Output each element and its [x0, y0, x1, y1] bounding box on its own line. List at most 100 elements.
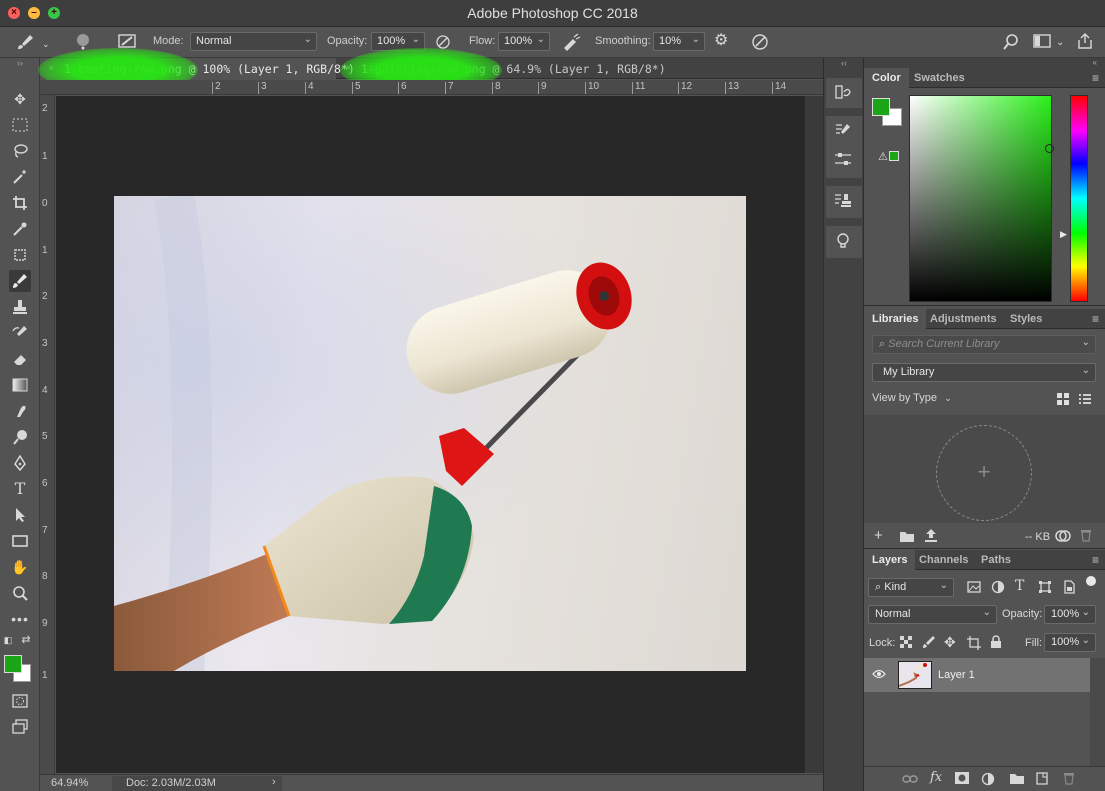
tab-color[interactable]: Color	[864, 68, 909, 88]
panel-menu-icon[interactable]: ≡	[1092, 71, 1099, 85]
vertical-scrollbar[interactable]	[805, 96, 823, 773]
adjustment-layer-icon[interactable]	[981, 772, 995, 789]
panel-menu-icon[interactable]: ≡	[1092, 553, 1099, 567]
filter-toggle-switch[interactable]	[1086, 576, 1096, 586]
brush-tool-preset-icon[interactable]	[16, 34, 36, 53]
workspace-icon[interactable]	[1033, 33, 1051, 52]
rectangle-tool-icon[interactable]	[9, 530, 31, 552]
add-mask-icon[interactable]	[955, 772, 969, 787]
status-menu-arrow[interactable]: ›	[272, 776, 276, 788]
layer-row[interactable]: Layer 1	[864, 658, 1090, 692]
document-image[interactable]	[114, 196, 746, 671]
document-tab-coating[interactable]: × 1-coating-raw.png @ 100% (Layer 1, RGB…	[40, 58, 355, 79]
layer-style-fx-icon[interactable]: fx	[930, 770, 942, 785]
lock-artboard-icon[interactable]	[967, 636, 981, 653]
layer-filter-dropdown[interactable]: ⌕ Kind ⌄	[868, 578, 954, 597]
zoom-level[interactable]: 64.94%	[51, 777, 88, 789]
opacity-field[interactable]: 100% ⌄	[371, 32, 425, 51]
smudge-tool-icon[interactable]	[9, 400, 31, 422]
close-tab-icon[interactable]: ×	[48, 61, 55, 74]
close-tab-icon[interactable]: ×	[345, 61, 352, 74]
chevron-down-icon[interactable]: ⌄	[1056, 35, 1064, 51]
gear-icon[interactable]: ⚙	[714, 33, 728, 49]
stamp-tool-icon[interactable]	[9, 296, 31, 318]
add-icon[interactable]: +	[874, 528, 883, 543]
lock-image-pixels-icon[interactable]	[922, 635, 936, 652]
grid-view-icon[interactable]	[1056, 392, 1070, 406]
fill-field[interactable]: 100% ⌄	[1044, 633, 1096, 652]
airbrush-icon[interactable]	[561, 33, 581, 54]
search-icon[interactable]	[1002, 33, 1020, 54]
frame-tool-icon[interactable]	[9, 244, 31, 266]
filter-type-icon[interactable]: T	[1015, 578, 1024, 594]
marquee-tool-icon[interactable]	[9, 114, 31, 136]
share-icon[interactable]	[1076, 32, 1094, 53]
filter-shape-icon[interactable]	[1038, 580, 1052, 597]
trash-icon[interactable]	[1080, 528, 1092, 545]
lock-transparent-pixels-icon[interactable]	[900, 636, 912, 651]
lasso-tool-icon[interactable]	[9, 140, 31, 162]
chevron-down-icon[interactable]: ⌄	[42, 36, 50, 52]
filter-adjustment-icon[interactable]	[991, 580, 1005, 597]
screen-mode-icon[interactable]	[9, 716, 31, 738]
mode-dropdown[interactable]: Normal ⌄	[190, 32, 317, 51]
brush-size-icon[interactable]: ●	[72, 31, 94, 54]
zoom-tool-icon[interactable]	[9, 582, 31, 604]
document-tab-painting[interactable]: × 1-painting-raw.png @ 64.9% (Layer 1, R…	[337, 58, 666, 79]
trash-icon[interactable]	[1063, 771, 1075, 788]
panel-menu-icon[interactable]: ≡	[1092, 312, 1099, 326]
library-dropdown[interactable]: My Library ⌄	[872, 363, 1096, 382]
magic-wand-tool-icon[interactable]	[9, 166, 31, 188]
flow-field[interactable]: 100% ⌄	[498, 32, 550, 51]
collapse-icon[interactable]: «	[864, 58, 1105, 68]
swap-colors-icon[interactable]: ⇄	[20, 634, 32, 646]
layers-scrollbar[interactable]	[1090, 658, 1105, 766]
hand-tool-icon[interactable]: ✋	[9, 556, 31, 578]
gradient-tool-icon[interactable]	[9, 374, 31, 396]
lock-position-icon[interactable]: ✥	[944, 634, 956, 651]
pressure-opacity-icon[interactable]	[434, 34, 452, 53]
tab-libraries[interactable]: Libraries	[864, 309, 927, 329]
pen-tool-icon[interactable]	[9, 452, 31, 474]
layer-name[interactable]: Layer 1	[938, 669, 975, 681]
layer-opacity-field[interactable]: 100% ⌄	[1044, 605, 1096, 624]
sync-icon[interactable]	[1055, 529, 1071, 546]
color-panel-foreground-swatch[interactable]	[872, 98, 890, 116]
lock-all-icon[interactable]	[990, 635, 1002, 652]
warning-icon[interactable]: ⚠	[878, 150, 888, 163]
default-colors-icon[interactable]: ◧	[2, 634, 14, 646]
new-group-icon[interactable]	[1009, 772, 1025, 788]
hue-slider[interactable]	[1070, 95, 1088, 302]
library-search-input[interactable]: ⌕ Search Current Library ⌄	[872, 335, 1096, 354]
dodge-tool-icon[interactable]	[9, 426, 31, 448]
type-tool-icon[interactable]: T	[9, 478, 31, 500]
tab-swatches[interactable]: Swatches	[906, 68, 973, 88]
brush-tool-icon[interactable]	[9, 270, 31, 292]
eye-icon[interactable]	[872, 669, 886, 682]
eyedropper-tool-icon[interactable]	[9, 218, 31, 240]
upload-icon[interactable]	[924, 528, 938, 546]
tab-layers[interactable]: Layers	[864, 550, 916, 570]
more-tools-icon[interactable]: •••	[9, 608, 31, 630]
filter-smart-object-icon[interactable]	[1062, 580, 1076, 597]
path-selection-tool-icon[interactable]	[9, 504, 31, 526]
add-library-item-button[interactable]: +	[936, 425, 1032, 521]
color-field[interactable]	[909, 95, 1052, 302]
tab-adjustments[interactable]: Adjustments	[922, 309, 1005, 329]
history-brush-tool-icon[interactable]	[9, 322, 31, 344]
quick-mask-icon[interactable]	[9, 690, 31, 712]
smoothing-field[interactable]: 10% ⌄	[653, 32, 705, 51]
brush-panel-icon[interactable]	[118, 33, 136, 52]
link-layers-icon[interactable]	[902, 773, 918, 788]
blend-mode-dropdown[interactable]: Normal ⌄	[868, 605, 997, 624]
crop-tool-icon[interactable]	[9, 192, 31, 214]
folder-icon[interactable]	[899, 529, 915, 546]
new-layer-icon[interactable]	[1035, 771, 1049, 789]
collapse-icon[interactable]: ‹‹	[827, 58, 861, 68]
tab-paths[interactable]: Paths	[973, 550, 1019, 570]
history-icon[interactable]	[826, 83, 860, 106]
move-tool-icon[interactable]: ✥	[9, 88, 31, 110]
brush-settings-icon[interactable]	[826, 122, 860, 145]
foreground-color-swatch-top[interactable]	[4, 655, 22, 673]
color-picker-handle[interactable]	[1045, 144, 1054, 153]
